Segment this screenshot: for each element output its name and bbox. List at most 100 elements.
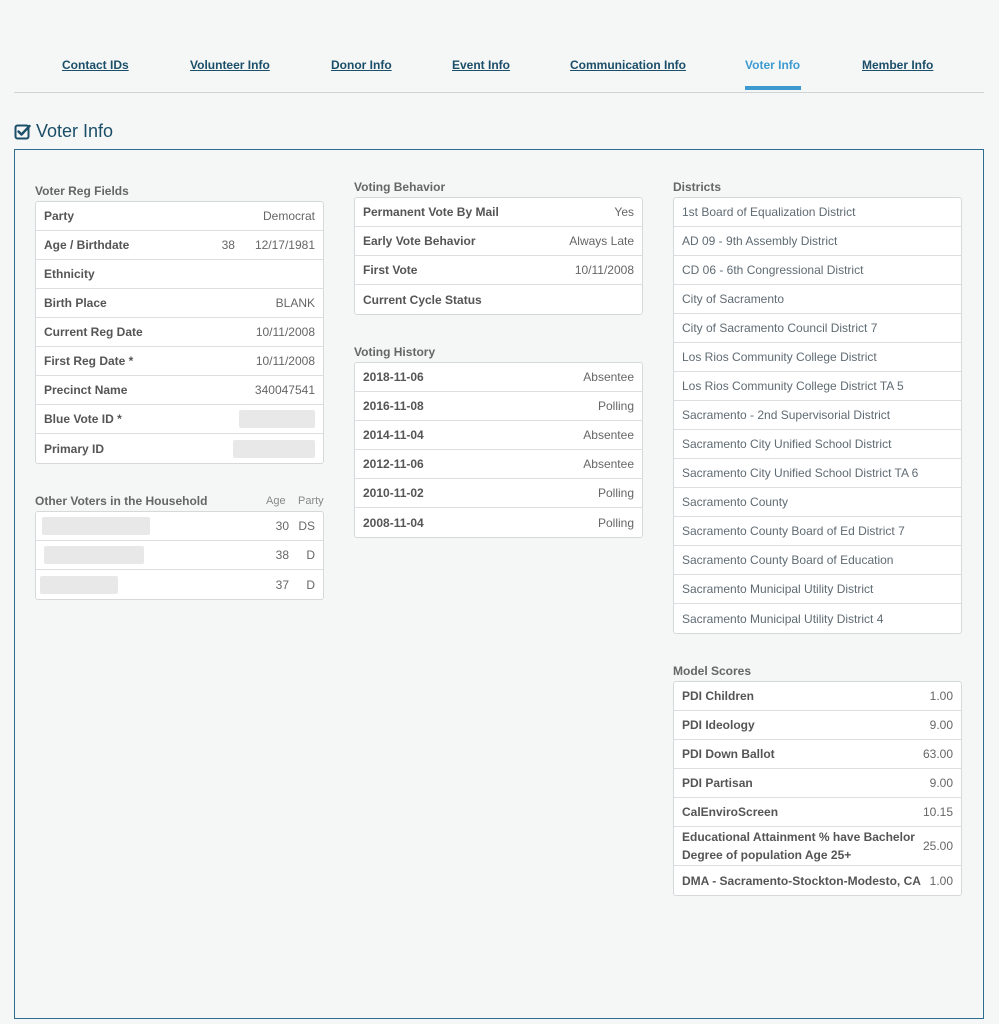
model-score-value: 1.00 (929, 689, 953, 703)
district-name: Sacramento Municipal Utility District 4 (682, 611, 884, 626)
vote-method: Absentee (583, 428, 634, 442)
model-score-value: 9.00 (929, 776, 953, 790)
redacted-blue-vote-id (239, 410, 315, 428)
district-item: Sacramento Municipal Utility District 4 (674, 604, 961, 633)
model-score-value: 63.00 (922, 747, 953, 761)
tab-voter-info[interactable]: Voter Info (745, 58, 800, 72)
voting-behavior-title: Voting Behavior (354, 180, 446, 194)
voting-history-row: 2014-11-04 Absentee (355, 421, 642, 450)
birthdate-value: 12/17/1981 (254, 238, 315, 252)
voting-behavior-value: Yes (614, 205, 634, 219)
district-name: Sacramento - 2nd Supervisorial District (682, 408, 891, 422)
household-list: 30 DS 38 D 37 D (35, 511, 324, 600)
district-name: Los Rios Community College District TA 5 (682, 379, 904, 393)
first-reg-date-row: First Reg Date * 10/11/2008 (36, 347, 323, 376)
tab-communication-info[interactable]: Communication Info (570, 58, 686, 72)
voting-behavior-row: Permanent Vote By Mail Yes (355, 198, 642, 227)
model-score-value: 9.00 (929, 718, 953, 732)
voting-behavior-panel: Permanent Vote By Mail Yes Early Vote Be… (354, 197, 643, 315)
model-score-label: PDI Down Ballot (682, 747, 775, 761)
precinct-name-label: Precinct Name (44, 383, 128, 397)
model-score-row: Educational Attainment % have Bachelor D… (674, 827, 961, 866)
ethnicity-row: Ethnicity (36, 260, 323, 289)
age-birthdate-label: Age / Birthdate (44, 238, 130, 252)
election-date: 2018-11-06 (363, 370, 424, 384)
model-score-label: PDI Children (682, 689, 755, 703)
model-scores-title: Model Scores (673, 664, 752, 678)
district-item: Sacramento County Board of Ed District 7 (674, 517, 961, 546)
household-member-age: 37 (275, 577, 289, 592)
district-item: 1st Board of Equalization District (674, 198, 961, 227)
model-score-value: 10.15 (922, 805, 953, 819)
primary-id-row: Primary ID (36, 434, 323, 463)
model-scores-panel: PDI Children 1.00 PDI Ideology 9.00 PDI … (673, 681, 962, 896)
model-score-value: 25.00 (922, 839, 953, 853)
tab-contact-ids[interactable]: Contact IDs (62, 58, 129, 72)
primary-id-label: Primary ID (44, 441, 105, 456)
tab-event-info[interactable]: Event Info (452, 58, 510, 72)
district-item: Sacramento City Unified School District … (674, 459, 961, 488)
model-score-row: PDI Down Ballot 63.00 (674, 740, 961, 769)
voting-behavior-label: Early Vote Behavior (363, 234, 476, 248)
voting-behavior-row: Early Vote Behavior Always Late (355, 227, 642, 256)
vote-method: Polling (597, 515, 634, 530)
voting-history-row: 2010-11-02 Polling (355, 479, 642, 508)
household-member-party: D (306, 548, 315, 562)
voting-behavior-label: Current Cycle Status (363, 292, 482, 307)
household-party-header: Party (298, 495, 324, 507)
voter-reg-fields: Party Democrat Age / Birthdate 38 12/17/… (35, 201, 324, 464)
redacted-member-name (40, 575, 118, 594)
election-date: 2010-11-02 (363, 486, 424, 500)
vote-method: Absentee (583, 457, 634, 471)
voting-behavior-value: 10/11/2008 (574, 263, 634, 277)
household-member-party: DS (298, 519, 315, 533)
ethnicity-label: Ethnicity (44, 267, 95, 281)
district-name: Sacramento Municipal Utility District (682, 582, 874, 596)
first-reg-date-value: 10/11/2008 (255, 354, 315, 368)
election-date: 2008-11-04 (363, 515, 424, 530)
district-name: AD 09 - 9th Assembly District (682, 234, 838, 248)
district-name: CD 06 - 6th Congressional District (682, 263, 864, 277)
district-item: Sacramento County Board of Education (674, 546, 961, 575)
checked-box-icon[interactable] (14, 123, 31, 140)
precinct-name-row: Precinct Name 340047541 (36, 376, 323, 405)
model-score-row: PDI Children 1.00 (674, 682, 961, 711)
district-name: Los Rios Community College District (682, 350, 877, 364)
household-member-row[interactable]: 30 DS (36, 512, 323, 541)
tab-donor-info[interactable]: Donor Info (331, 58, 392, 72)
voting-history-row: 2008-11-04 Polling (355, 508, 642, 537)
current-reg-date-value: 10/11/2008 (255, 325, 315, 339)
district-item: Sacramento Municipal Utility District (674, 575, 961, 604)
election-date: 2016-11-08 (363, 399, 424, 413)
district-item: City of Sacramento Council District 7 (674, 314, 961, 343)
voter-reg-title: Voter Reg Fields (35, 184, 129, 198)
household-member-age: 30 (275, 519, 289, 533)
birth-place-row: Birth Place BLANK (36, 289, 323, 318)
model-score-label: DMA - Sacramento-Stockton-Modesto, CA (682, 873, 921, 888)
vote-method: Polling (597, 486, 634, 500)
district-name: Sacramento City Unified School District (682, 437, 892, 451)
party-row: Party Democrat (36, 202, 323, 231)
birth-place-label: Birth Place (44, 296, 107, 310)
household-member-row[interactable]: 38 D (36, 541, 323, 570)
district-item: City of Sacramento (674, 285, 961, 314)
tab-volunteer-info[interactable]: Volunteer Info (190, 58, 270, 72)
household-member-party: D (306, 577, 315, 592)
voting-behavior-label: Permanent Vote By Mail (363, 205, 499, 219)
tab-bar: Contact IDs Volunteer Info Donor Info Ev… (14, 0, 984, 93)
voting-history-panel: 2018-11-06 Absentee 2016-11-08 Polling 2… (354, 362, 643, 538)
district-item: CD 06 - 6th Congressional District (674, 256, 961, 285)
household-member-row[interactable]: 37 D (36, 570, 323, 599)
precinct-name-value: 340047541 (254, 383, 315, 397)
voting-history-row: 2016-11-08 Polling (355, 392, 642, 421)
district-item: Los Rios Community College District (674, 343, 961, 372)
voting-history-row: 2018-11-06 Absentee (355, 363, 642, 392)
districts-title: Districts (673, 180, 722, 194)
model-score-row: PDI Ideology 9.00 (674, 711, 961, 740)
tab-member-info[interactable]: Member Info (862, 58, 933, 72)
vote-method: Polling (597, 399, 634, 413)
party-value: Democrat (262, 209, 315, 223)
age-birthdate-row: Age / Birthdate 38 12/17/1981 (36, 231, 323, 260)
model-score-label: PDI Ideology (682, 718, 755, 732)
model-score-label: Educational Attainment % have Bachelor D… (682, 830, 915, 862)
